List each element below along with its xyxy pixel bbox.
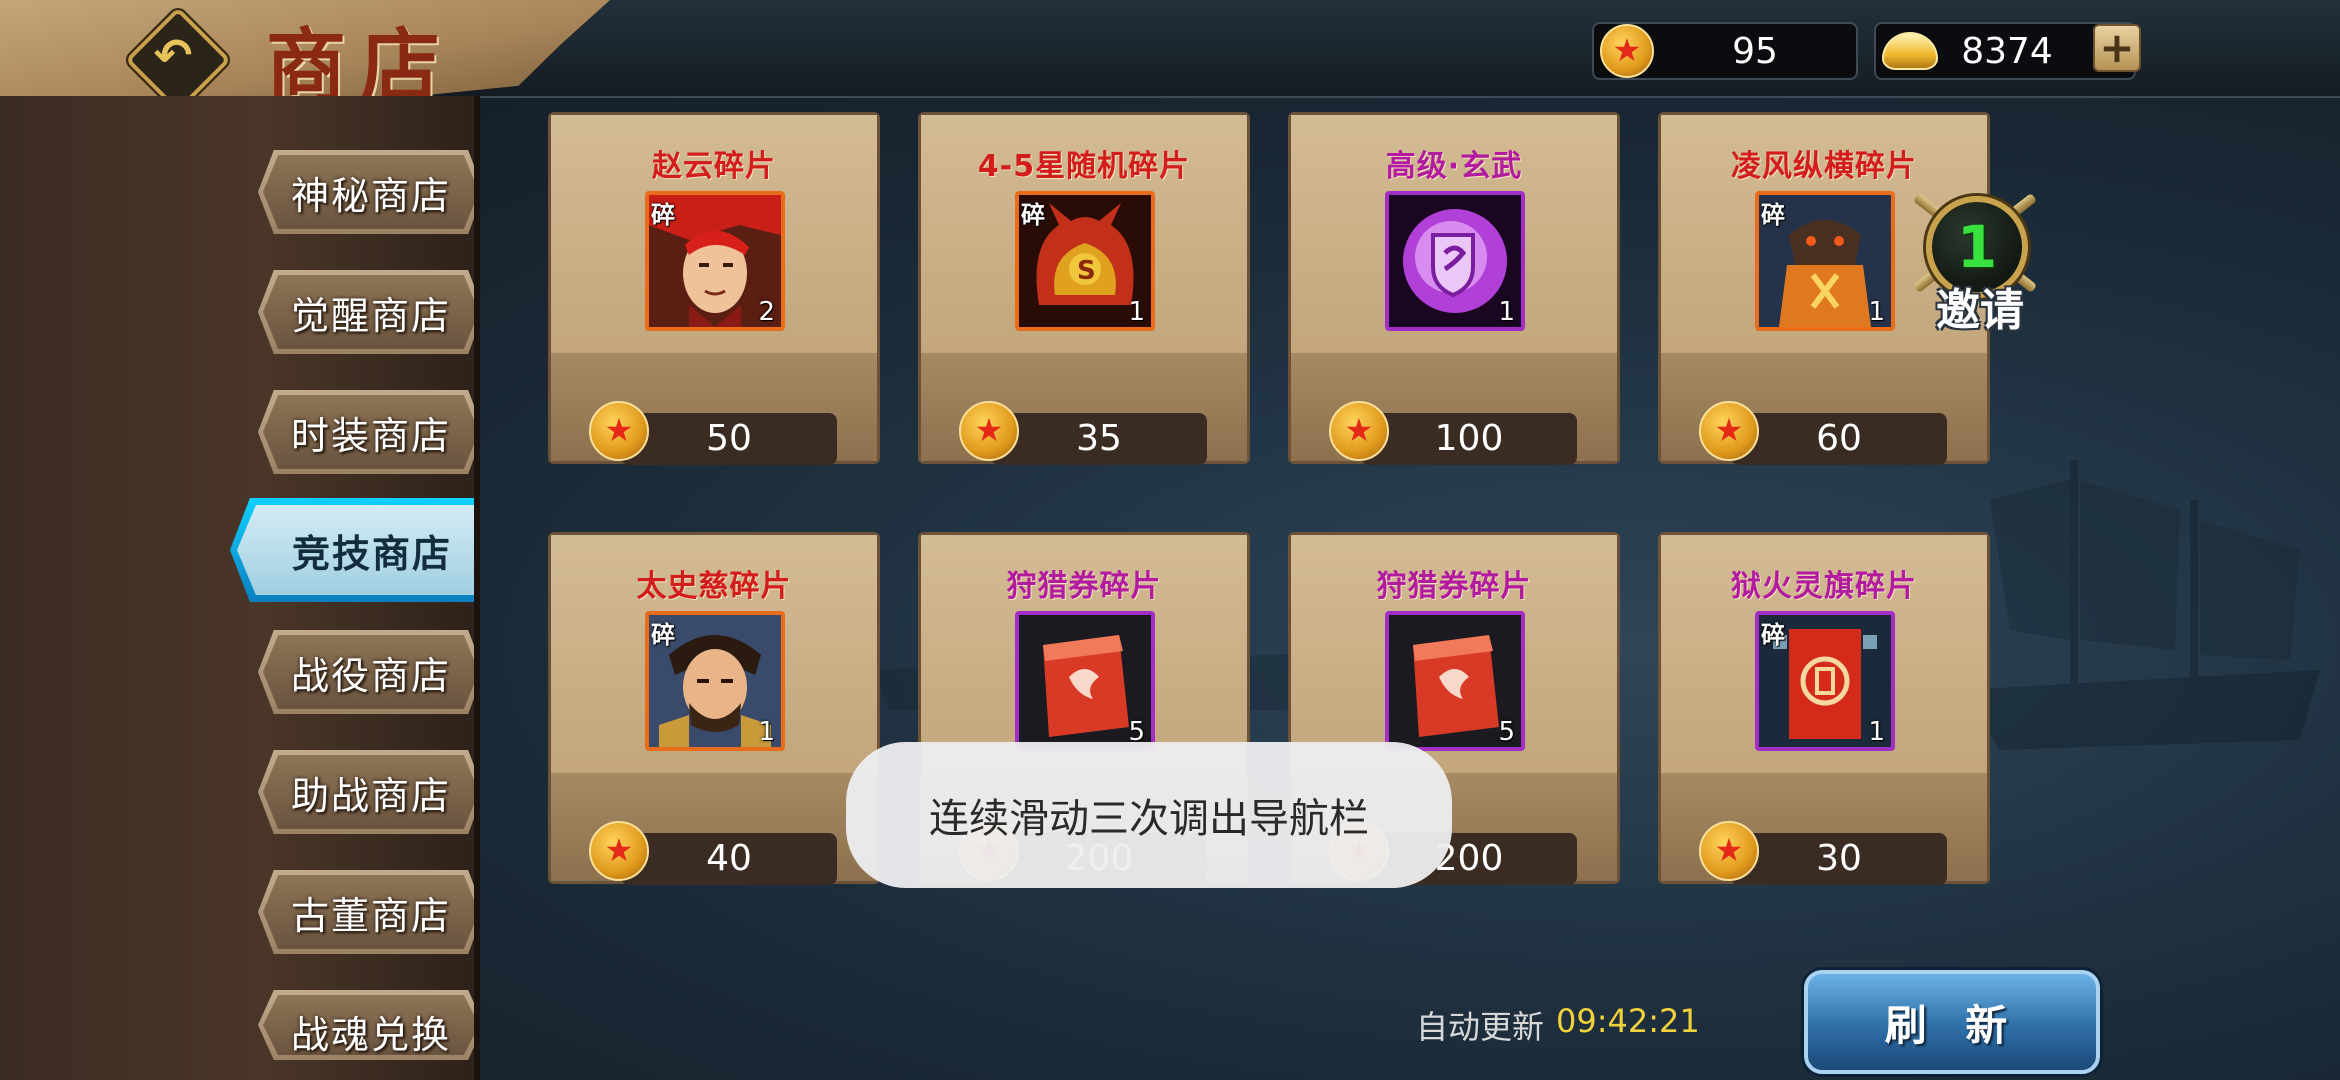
hunting-ticket-icon: 5 — [1385, 611, 1525, 751]
tab-mystery-shop[interactable]: 神秘商店 — [258, 150, 480, 234]
arena-currency-value: 95 — [1732, 30, 1778, 72]
tab-antique-shop[interactable]: 古董商店 — [258, 870, 480, 954]
refresh-button[interactable]: 刷 新 — [1804, 970, 2100, 1074]
item-name: 高级·玄武 — [1385, 149, 1523, 184]
gold-currency-value: 8374 — [1961, 30, 2053, 72]
gold-ingot-icon — [1882, 32, 1938, 70]
arena-coin-icon: ★ — [1600, 24, 1654, 78]
hunting-ticket-icon: 5 — [1015, 611, 1155, 751]
hellfire-banner-icon: 碎 1 — [1755, 611, 1895, 751]
item-price: 100 — [1434, 418, 1504, 459]
tab-awaken-shop[interactable]: 觉醒商店 — [258, 270, 480, 354]
tab-fashion-shop[interactable]: 时装商店 — [258, 390, 480, 474]
auto-refresh-timer: 09:42:21 — [1556, 1002, 1700, 1040]
invite-button[interactable]: 1 邀请 — [1896, 168, 2052, 336]
arena-currency-display: ★ 95 — [1592, 22, 1858, 80]
auto-refresh-label: 自动更新 — [1416, 1008, 1545, 1046]
tab-soul-exchange[interactable]: 战魂兑换 — [258, 990, 480, 1060]
item-name: 赵云碎片 — [652, 149, 776, 184]
item-name: 4-5星随机碎片 — [977, 149, 1191, 184]
tab-arena-shop[interactable]: 竞技商店 — [230, 498, 480, 602]
item-name: 狩猎券碎片 — [1006, 569, 1162, 604]
random-helmet-icon: S 碎 1 — [1015, 191, 1155, 331]
zhao-yun-portrait-icon: 碎 2 — [645, 191, 785, 331]
shop-sidebar: 神秘商店 觉醒商店 时装商店 竞技商店 战役商店 助战商店 古董商店 战魂兑换 — [0, 96, 480, 1080]
shop-item-card[interactable]: 高级·玄武 1 ★ 100 — [1288, 112, 1620, 465]
item-price: 50 — [706, 418, 752, 459]
item-price: 30 — [1816, 838, 1862, 879]
svg-text:S: S — [1077, 256, 1096, 286]
shop-item-card[interactable]: 赵云碎片 碎 2 ★ 50 — [548, 112, 880, 465]
item-price: 35 — [1076, 418, 1122, 459]
shop-item-card[interactable]: 太史慈碎片 碎 1 ★ 40 — [548, 532, 880, 885]
item-name: 太史慈碎片 — [636, 569, 792, 604]
tab-support-shop[interactable]: 助战商店 — [258, 750, 480, 834]
lingfeng-armor-icon: 碎 1 — [1755, 191, 1895, 331]
tab-campaign-shop[interactable]: 战役商店 — [258, 630, 480, 714]
item-price: 40 — [706, 838, 752, 879]
item-price: 60 — [1816, 418, 1862, 459]
invite-label: 邀请 — [1936, 285, 2024, 336]
back-arrow-icon[interactable]: ↶ — [130, 12, 216, 98]
item-name: 狱火灵旗碎片 — [1731, 569, 1917, 604]
add-gold-button[interactable]: + — [2093, 24, 2141, 72]
shop-item-card[interactable]: 狱火灵旗碎片 碎 1 ★ 30 — [1658, 532, 1990, 885]
shop-item-card[interactable]: 4-5星随机碎片 S 碎 1 ★ 35 — [918, 112, 1250, 465]
navigation-hint-toast: 连续滑动三次调出导航栏 — [846, 742, 1452, 888]
xuanwu-shield-icon: 1 — [1385, 191, 1525, 331]
item-name: 狩猎券碎片 — [1376, 569, 1532, 604]
taishi-ci-portrait-icon: 碎 1 — [645, 611, 785, 751]
